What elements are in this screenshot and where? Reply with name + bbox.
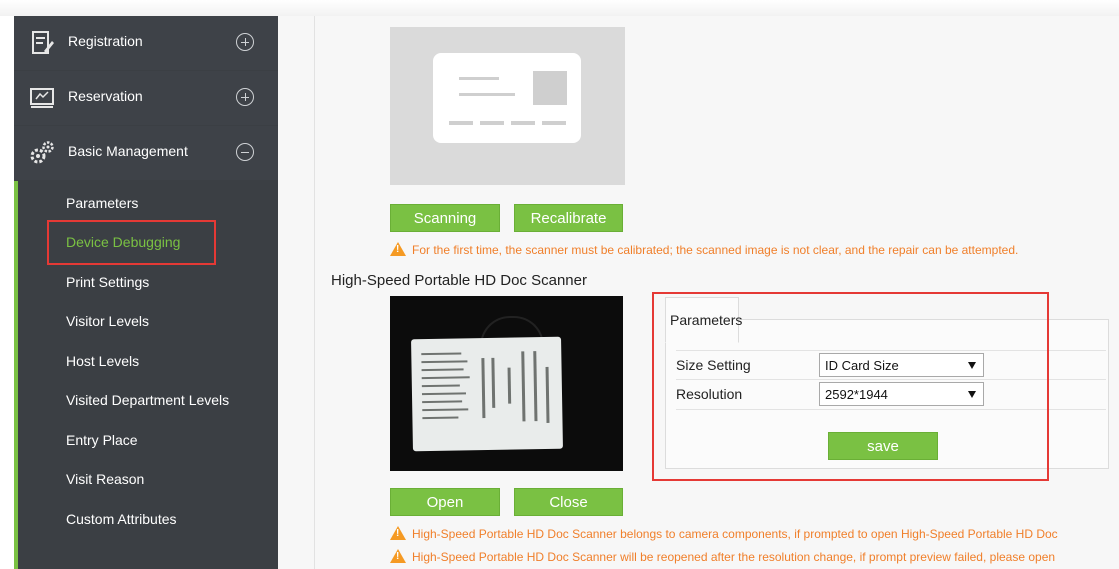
submenu-accent-bar bbox=[14, 181, 18, 569]
doc-scanner-warning-2: ! High-Speed Portable HD Doc Scanner will… bbox=[390, 549, 1055, 564]
menu-registration[interactable]: Registration bbox=[14, 16, 278, 70]
highlight-box-parameters bbox=[652, 292, 1049, 481]
doc-scanner-warning-1: ! High-Speed Portable HD Doc Scanner belo… bbox=[390, 526, 1058, 541]
scanner-preview bbox=[390, 27, 625, 185]
expand-icon[interactable] bbox=[236, 33, 254, 51]
calibration-warning: ! For the first time, the scanner must be… bbox=[390, 242, 1018, 257]
warning-icon: ! bbox=[390, 242, 406, 256]
menu-basic-management-label: Basic Management bbox=[68, 143, 188, 159]
doc-scanner-warning-1-text: High-Speed Portable HD Doc Scanner belon… bbox=[412, 527, 1058, 541]
collapse-icon[interactable] bbox=[236, 143, 254, 161]
sidebar-item-custom-attributes[interactable]: Custom Attributes bbox=[66, 511, 177, 527]
scanning-button[interactable]: Scanning bbox=[390, 204, 500, 232]
calibration-warning-text: For the first time, the scanner must be … bbox=[412, 243, 1019, 257]
menu-basic-management[interactable]: Basic Management bbox=[14, 126, 278, 180]
sidebar-item-entry-place[interactable]: Entry Place bbox=[66, 432, 138, 448]
scanned-document-image bbox=[411, 336, 563, 452]
sidebar-item-parameters[interactable]: Parameters bbox=[66, 195, 138, 211]
sidebar-item-visited-department-levels[interactable]: Visited Department Levels bbox=[66, 392, 229, 408]
window-top-edge bbox=[0, 0, 1119, 16]
reservation-icon bbox=[30, 88, 54, 108]
menu-reservation[interactable]: Reservation bbox=[14, 71, 278, 125]
warning-icon: ! bbox=[390, 549, 406, 563]
expand-icon[interactable] bbox=[236, 88, 254, 106]
sidebar: Registration Reservation Basic Managemen… bbox=[14, 16, 278, 569]
gears-icon bbox=[30, 141, 54, 164]
recalibrate-button[interactable]: Recalibrate bbox=[514, 204, 623, 232]
id-card-placeholder-icon bbox=[433, 53, 581, 143]
menu-registration-label: Registration bbox=[68, 33, 143, 49]
registration-icon bbox=[32, 31, 54, 54]
open-button[interactable]: Open bbox=[390, 488, 500, 516]
sidebar-item-print-settings[interactable]: Print Settings bbox=[66, 274, 149, 290]
warning-icon: ! bbox=[390, 526, 406, 540]
doc-scanner-preview bbox=[390, 296, 623, 471]
content-divider bbox=[314, 16, 315, 569]
sidebar-item-visitor-levels[interactable]: Visitor Levels bbox=[66, 313, 149, 329]
sidebar-item-host-levels[interactable]: Host Levels bbox=[66, 353, 139, 369]
doc-scanner-warning-2-text: High-Speed Portable HD Doc Scanner will … bbox=[412, 550, 1056, 564]
menu-reservation-label: Reservation bbox=[68, 88, 143, 104]
doc-scanner-title: High-Speed Portable HD Doc Scanner bbox=[331, 272, 587, 289]
close-button[interactable]: Close bbox=[514, 488, 623, 516]
sidebar-item-visit-reason[interactable]: Visit Reason bbox=[66, 471, 144, 487]
main-content: Scanning Recalibrate ! For the first time… bbox=[278, 16, 1119, 569]
highlight-box-device-debugging bbox=[47, 220, 216, 265]
